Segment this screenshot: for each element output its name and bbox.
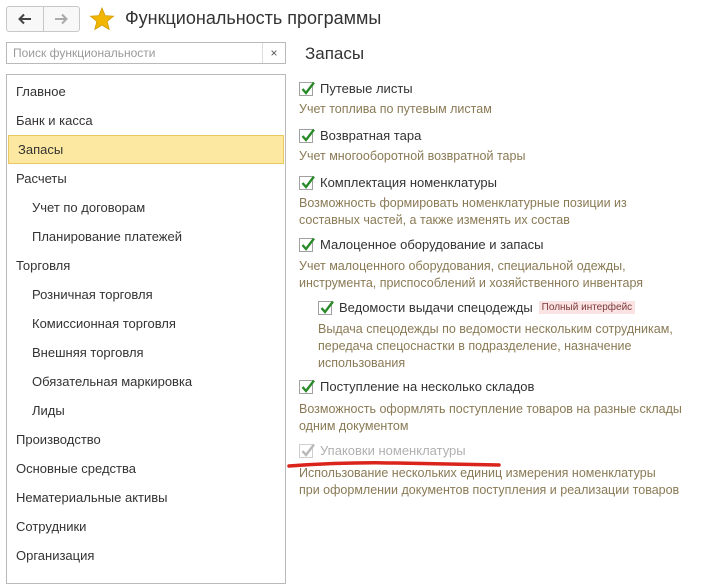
clear-search-button[interactable]: × — [262, 43, 285, 63]
sidebar-item-foreign-trade[interactable]: Внешняя торговля — [7, 338, 285, 367]
option-returnable-containers: Возвратная тара — [299, 128, 421, 143]
checkmark-icon — [301, 237, 315, 251]
option-description: Учет малоценного оборудования, специальн… — [299, 259, 644, 290]
option-workwear-statements: Ведомости выдачи спецодежды Полный интер… — [318, 300, 636, 315]
search-box: × — [6, 42, 286, 64]
option-waybills: Путевые листы — [299, 81, 413, 96]
sidebar-item-bank-cash[interactable]: Банк и касса — [7, 106, 285, 135]
sidebar-item-employees[interactable]: Сотрудники — [7, 512, 285, 541]
sidebar-item-payment-planning[interactable]: Планирование платежей — [7, 222, 285, 251]
option-label[interactable]: Малоценное оборудование и запасы — [320, 237, 543, 252]
waybills-checkbox[interactable] — [299, 81, 315, 96]
option-label[interactable]: Комплектация номенклатуры — [320, 175, 497, 190]
option-label[interactable]: Возвратная тара — [320, 128, 421, 143]
checkmark-icon — [320, 300, 334, 314]
page-title: Функциональность программы — [125, 8, 382, 28]
sidebar-item-production[interactable]: Производство — [7, 425, 285, 454]
sidebar-item-inventory[interactable]: Запасы — [8, 135, 284, 164]
highlight-underline — [287, 461, 501, 468]
arrow-right-icon — [55, 13, 69, 25]
option-label[interactable]: Путевые листы — [320, 81, 413, 96]
returnable-containers-checkbox[interactable] — [299, 128, 315, 143]
search-input[interactable] — [7, 43, 262, 63]
item-packaging-checkbox[interactable] — [299, 443, 315, 458]
checkmark-icon — [301, 128, 315, 142]
sidebar-item-settlements[interactable]: Расчеты — [7, 164, 285, 193]
back-button[interactable] — [7, 7, 43, 31]
sidebar-item-leads[interactable]: Лиды — [7, 396, 285, 425]
section-title: Запасы — [305, 44, 365, 63]
checkmark-icon — [301, 81, 315, 95]
option-multi-warehouse-receipt: Поступление на несколько складов — [299, 379, 534, 394]
sidebar-item-fixed-assets[interactable]: Основные средства — [7, 454, 285, 483]
arrow-left-icon — [17, 13, 31, 25]
option-label[interactable]: Ведомости выдачи спецодежды — [339, 300, 533, 315]
multi-warehouse-receipt-checkbox[interactable] — [299, 379, 315, 394]
sidebar-item-retail[interactable]: Розничная торговля — [7, 280, 285, 309]
workwear-statements-checkbox[interactable] — [318, 300, 334, 315]
option-item-packaging: Упаковки номенклатуры — [299, 443, 466, 458]
checkmark-icon — [301, 443, 315, 457]
full-interface-badge: Полный интерфейс — [538, 301, 636, 314]
checkmark-icon — [301, 175, 315, 189]
sidebar-item-trade[interactable]: Торговля — [7, 251, 285, 280]
option-description: Учет топлива по путевым листам — [299, 102, 492, 116]
sidebar-item-contract-accounting[interactable]: Учет по договорам — [7, 193, 285, 222]
sidebar-item-main[interactable]: Главное — [7, 77, 285, 106]
sidebar-item-mandatory-marking[interactable]: Обязательная маркировка — [7, 367, 285, 396]
checkmark-icon — [301, 379, 315, 393]
low-value-equipment-checkbox[interactable] — [299, 237, 315, 252]
option-description: Учет многооборотной возвратной тары — [299, 149, 526, 163]
option-description: Возможность формировать номенклатурные п… — [299, 196, 627, 227]
sections-list: Главное Банк и касса Запасы Расчеты Учет… — [6, 74, 286, 584]
sidebar-item-intangible-assets[interactable]: Нематериальные активы — [7, 483, 285, 512]
star-icon[interactable] — [89, 7, 115, 31]
option-label[interactable]: Поступление на несколько складов — [320, 379, 534, 394]
option-kitting: Комплектация номенклатуры — [299, 175, 497, 190]
forward-button[interactable] — [42, 7, 80, 31]
option-label[interactable]: Упаковки номенклатуры — [320, 443, 466, 458]
option-low-value-equipment: Малоценное оборудование и запасы — [299, 237, 543, 252]
history-nav — [6, 6, 80, 32]
kitting-checkbox[interactable] — [299, 175, 315, 190]
option-description: Возможность оформлять поступление товаро… — [299, 402, 682, 433]
sidebar-item-commission-trade[interactable]: Комиссионная торговля — [7, 309, 285, 338]
option-description: Выдача спецодежды по ведомости нескольки… — [318, 322, 673, 370]
sidebar-item-organization[interactable]: Организация — [7, 541, 285, 570]
